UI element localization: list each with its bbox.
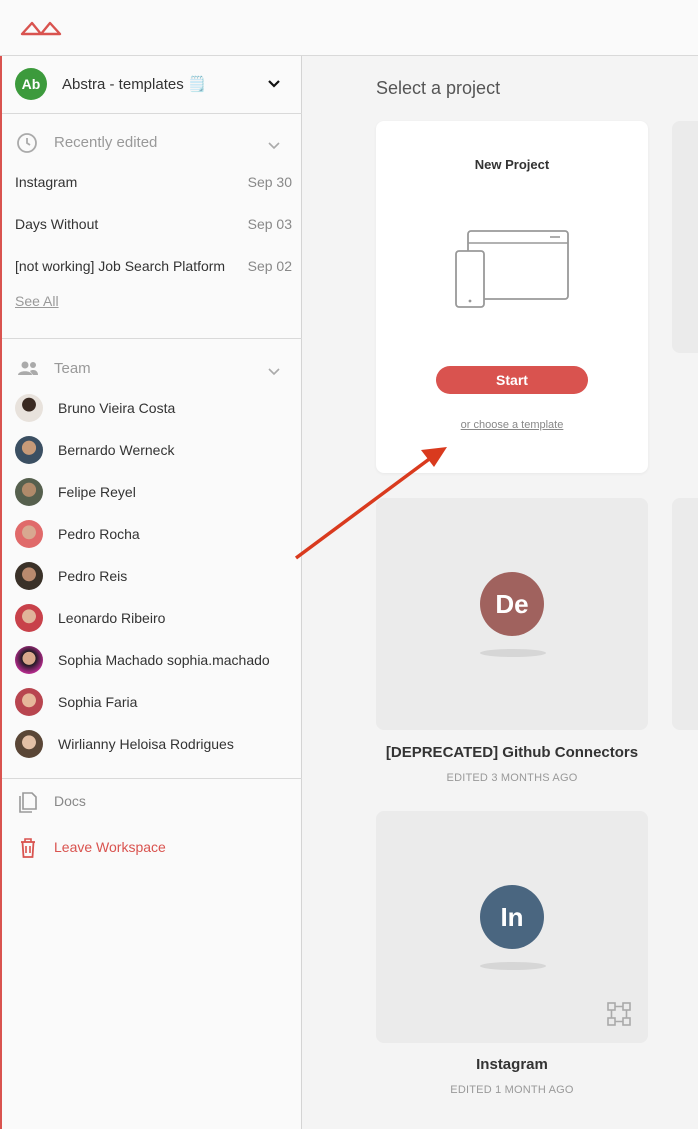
chevron-down-icon[interactable] xyxy=(267,364,281,382)
project-name[interactable]: Instagram xyxy=(376,1056,648,1073)
workspace-name: Abstra - templates 🗒️ xyxy=(62,76,207,93)
project-edited-label: EDITED 1 MONTH AGO xyxy=(450,1084,574,1096)
avatar xyxy=(15,688,43,716)
divider xyxy=(2,338,302,339)
project-card[interactable]: In xyxy=(376,811,648,1043)
abstra-logo-icon[interactable] xyxy=(20,19,62,42)
chevron-down-icon[interactable] xyxy=(267,76,281,94)
choose-template-link[interactable]: or choose a template xyxy=(376,419,648,431)
team-member[interactable]: Sophia Machado sophia.machado xyxy=(15,646,300,678)
avatar xyxy=(15,562,43,590)
document-icon xyxy=(16,790,40,819)
component-icon xyxy=(606,1001,632,1032)
top-bar xyxy=(0,0,698,56)
clock-icon xyxy=(16,132,38,159)
recently-edited-title: Recently edited xyxy=(54,134,158,151)
new-project-card: New Project Start or choose a template xyxy=(376,121,648,473)
project-card-partial[interactable] xyxy=(672,498,698,730)
avatar xyxy=(15,604,43,632)
recent-item-days-without[interactable]: Days Without Sep 03 xyxy=(15,214,292,238)
team-member[interactable]: Pedro Rocha xyxy=(15,520,300,552)
team-member[interactable]: Bruno Vieira Costa xyxy=(15,394,300,426)
avatar xyxy=(15,394,43,422)
team-member[interactable]: Bernardo Werneck xyxy=(15,436,300,468)
page-title: Select a project xyxy=(376,78,501,98)
team-member[interactable]: Felipe Reyel xyxy=(15,478,300,510)
start-button[interactable]: Start xyxy=(436,366,588,394)
avatar-shadow xyxy=(480,962,546,970)
workspace-selector[interactable]: Ab Abstra - templates 🗒️ xyxy=(2,56,302,114)
project-card[interactable]: De xyxy=(376,498,648,730)
divider xyxy=(2,778,302,779)
people-icon xyxy=(16,358,40,385)
team-member[interactable]: Leonardo Ribeiro xyxy=(15,604,300,636)
project-edited-label: EDITED 3 MONTHS AGO xyxy=(446,772,578,784)
new-project-title: New Project xyxy=(474,157,550,172)
project-avatar: In xyxy=(480,885,544,949)
team-member[interactable]: Pedro Reis xyxy=(15,562,300,594)
team-title: Team xyxy=(54,360,91,377)
team-header[interactable]: Team xyxy=(2,354,302,384)
project-card-partial[interactable] xyxy=(672,121,698,353)
workspace-avatar: Ab xyxy=(15,68,47,100)
chevron-down-icon[interactable] xyxy=(267,138,281,156)
team-member[interactable]: Sophia Faria xyxy=(15,688,300,720)
trash-icon xyxy=(18,837,38,864)
recent-item-instagram[interactable]: Instagram Sep 30 xyxy=(15,172,292,196)
sidebar: Ab Abstra - templates 🗒️ Recently edited… xyxy=(0,56,302,1129)
recent-item-job-search-platform[interactable]: [not working] Job Search Platform Sep 02 xyxy=(15,256,292,280)
devices-icon xyxy=(454,229,572,314)
project-name[interactable]: [DEPRECATED] Github Connectors xyxy=(376,744,648,761)
recently-edited-header[interactable]: Recently edited xyxy=(2,128,302,158)
avatar xyxy=(15,520,43,548)
avatar xyxy=(15,646,43,674)
team-member[interactable]: Wirlianny Heloisa Rodrigues xyxy=(15,730,300,762)
see-all-link[interactable]: See All xyxy=(15,293,59,309)
avatar-shadow xyxy=(480,649,546,657)
avatar xyxy=(15,478,43,506)
docs-link[interactable]: Docs xyxy=(16,790,216,816)
avatar xyxy=(15,436,43,464)
leave-workspace-link[interactable]: Leave Workspace xyxy=(16,836,216,862)
avatar xyxy=(15,730,43,758)
project-avatar: De xyxy=(480,572,544,636)
